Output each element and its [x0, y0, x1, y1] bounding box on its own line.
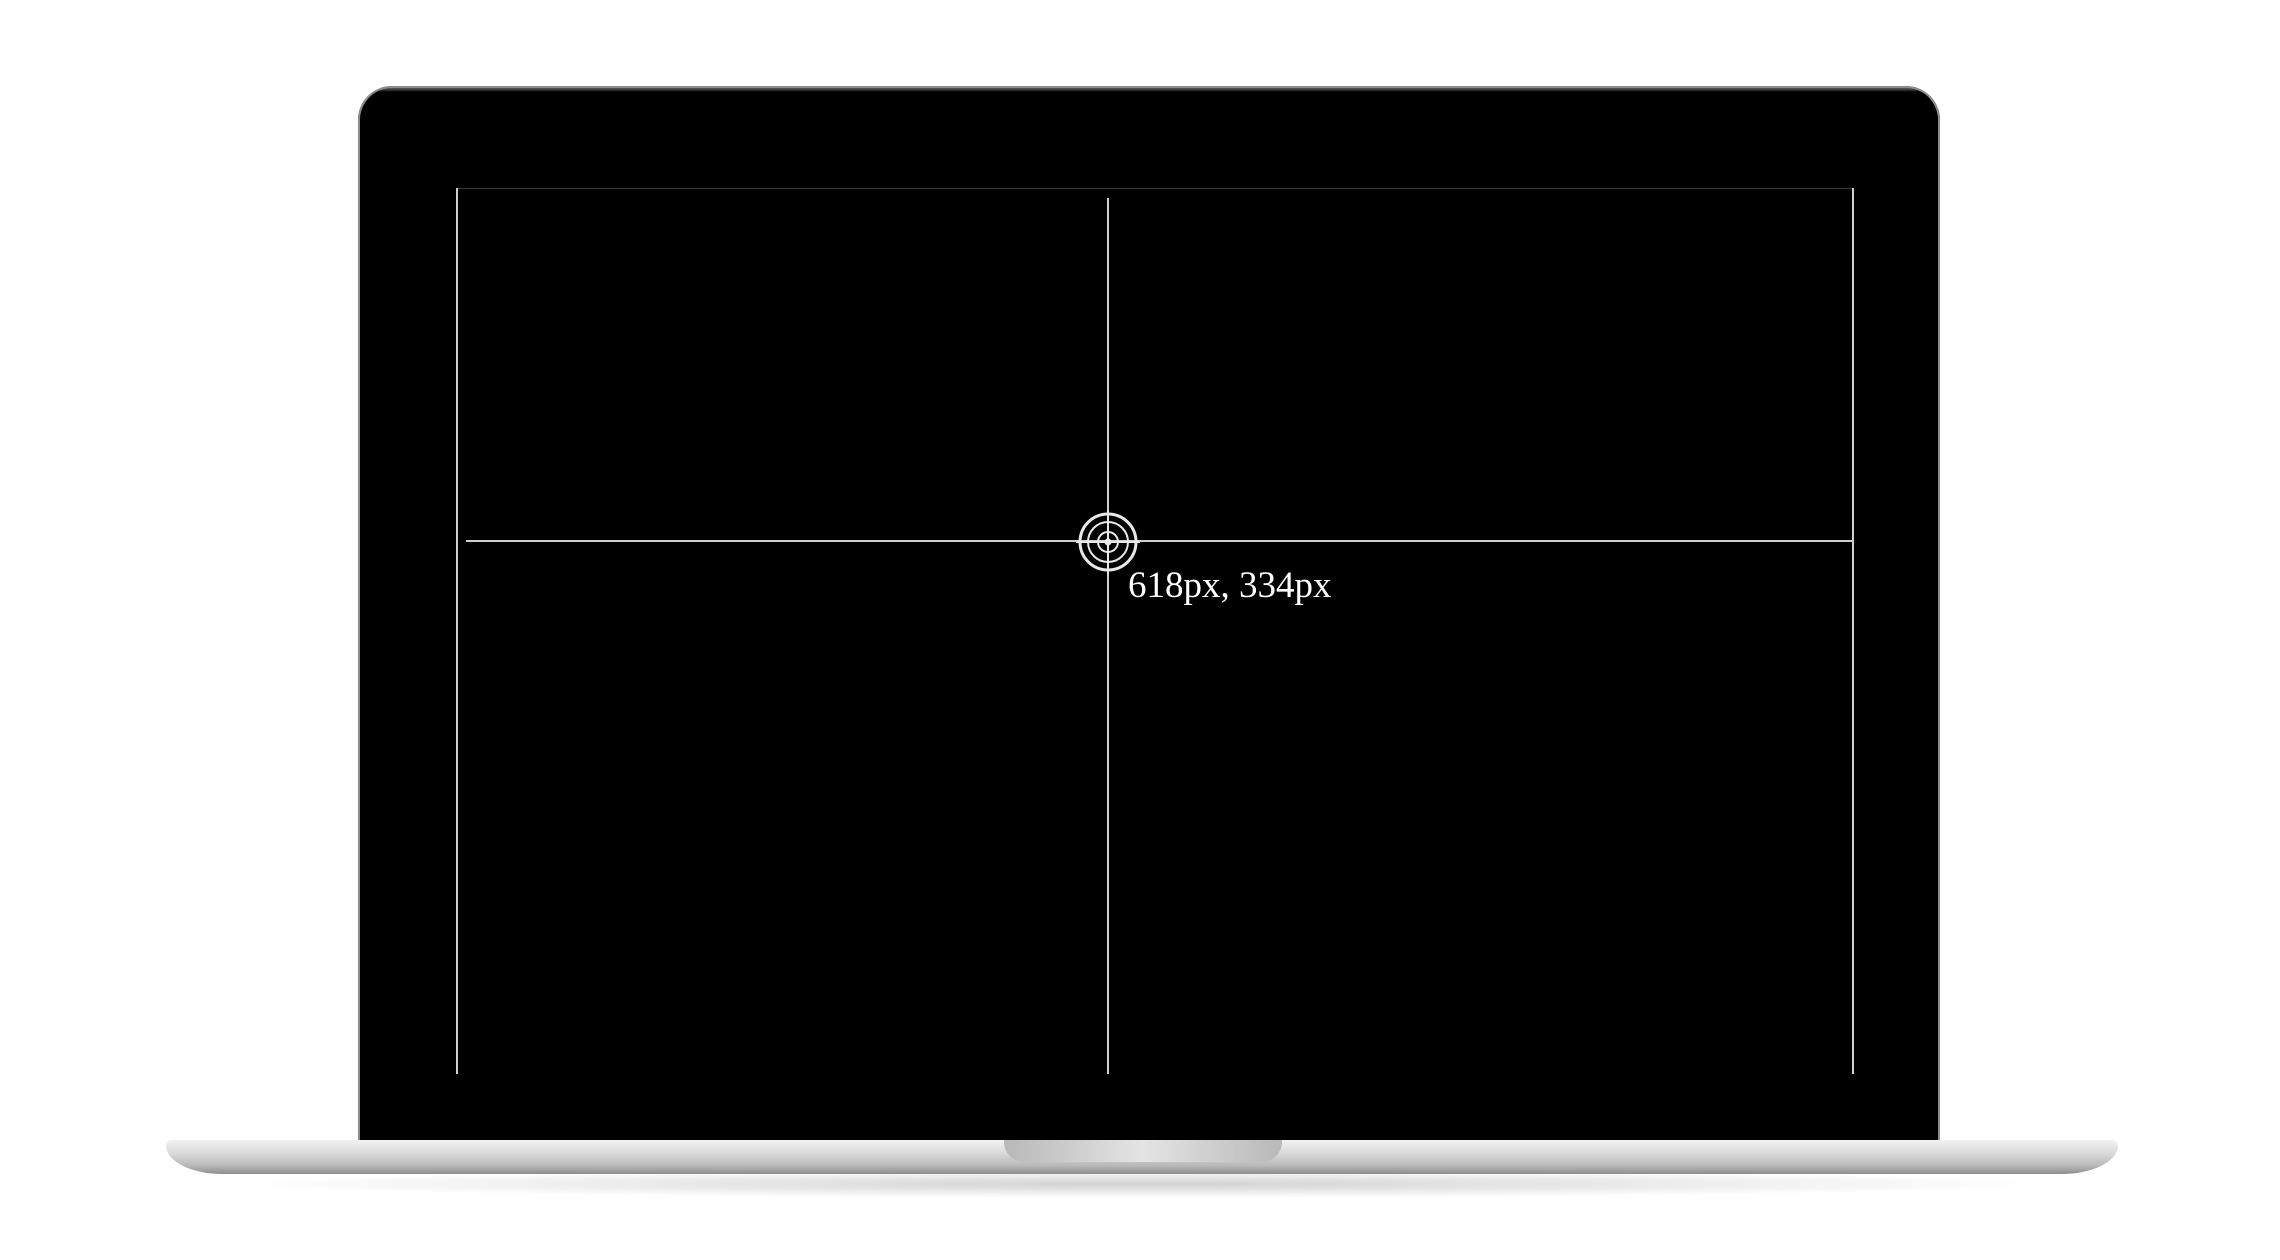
laptop-opening-notch: [1004, 1140, 1282, 1162]
laptop-screen[interactable]: 618px, 334px: [456, 188, 1854, 1074]
laptop-base-shadow: [226, 1170, 2058, 1198]
laptop-mockup: 618px, 334px: [0, 0, 2280, 1260]
crosshair-vertical-line: [1107, 198, 1109, 1074]
coordinate-readout: 618px, 334px: [1128, 565, 1332, 606]
screen-frame-right-line: [1852, 188, 1854, 1074]
crosshair-horizontal-line: [466, 540, 1854, 542]
screen-frame-left-line: [456, 188, 458, 1074]
screen-frame-top-line: [456, 188, 1854, 189]
